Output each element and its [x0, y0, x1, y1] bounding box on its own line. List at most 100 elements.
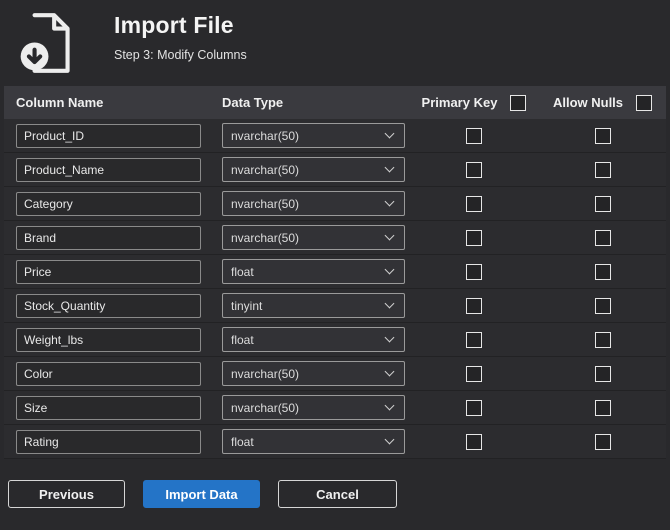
table-row: nvarchar(50): [4, 119, 666, 153]
column-name-input[interactable]: [16, 157, 201, 182]
primary-key-checkbox[interactable]: [466, 127, 482, 144]
primary-key-cell: [409, 365, 539, 382]
allow-nulls-cell: [539, 399, 666, 416]
data-type-cell: float: [211, 259, 409, 284]
data-type-value: nvarchar(50): [231, 366, 300, 381]
dialog-header: Import File Step 3: Modify Columns: [0, 0, 670, 86]
table-row: nvarchar(50): [4, 153, 666, 187]
table-row: nvarchar(50): [4, 357, 666, 391]
header-primary-key: Primary Key: [409, 94, 539, 111]
data-type-value: nvarchar(50): [231, 196, 300, 211]
primary-key-checkbox[interactable]: [466, 365, 482, 382]
column-name-input[interactable]: [16, 395, 201, 420]
import-data-button[interactable]: Import Data: [143, 480, 260, 508]
primary-key-cell: [409, 229, 539, 246]
import-file-icon: [16, 10, 82, 76]
allow-nulls-checkbox[interactable]: [594, 297, 611, 314]
allow-nulls-checkbox[interactable]: [594, 263, 611, 280]
data-type-select[interactable]: nvarchar(50): [222, 123, 405, 148]
header-data-type: Data Type: [222, 95, 284, 110]
column-name-cell: [4, 395, 211, 420]
primary-key-checkbox[interactable]: [466, 399, 482, 416]
data-type-value: float: [231, 332, 254, 347]
column-name-input[interactable]: [16, 259, 201, 284]
allow-nulls-cell: [539, 433, 666, 450]
table-row: float: [4, 255, 666, 289]
allow-nulls-checkbox[interactable]: [594, 331, 611, 348]
column-name-cell: [4, 327, 211, 352]
column-name-input[interactable]: [16, 225, 201, 250]
primary-key-cell: [409, 297, 539, 314]
allow-nulls-checkbox[interactable]: [594, 365, 611, 382]
primary-key-cell: [409, 263, 539, 280]
data-type-select[interactable]: float: [222, 259, 405, 284]
data-type-value: nvarchar(50): [231, 162, 300, 177]
table-row: float: [4, 425, 666, 459]
column-name-input[interactable]: [16, 361, 201, 386]
column-name-cell: [4, 191, 211, 216]
allow-nulls-cell: [539, 331, 666, 348]
allow-nulls-cell: [539, 127, 666, 144]
primary-key-checkbox[interactable]: [466, 331, 482, 348]
column-name-input[interactable]: [16, 191, 201, 216]
primary-key-cell: [409, 331, 539, 348]
chevron-down-icon: [384, 196, 395, 207]
allow-nulls-checkbox[interactable]: [594, 433, 611, 450]
allow-nulls-checkbox[interactable]: [594, 229, 611, 246]
step-subtitle: Step 3: Modify Columns: [114, 48, 247, 62]
data-type-cell: nvarchar(50): [211, 157, 409, 182]
column-name-cell: [4, 429, 211, 454]
primary-key-checkbox[interactable]: [466, 195, 482, 212]
title-block: Import File Step 3: Modify Columns: [114, 10, 247, 62]
data-type-select[interactable]: tinyint: [222, 293, 405, 318]
column-name-input[interactable]: [16, 429, 201, 454]
data-type-cell: float: [211, 327, 409, 352]
chevron-down-icon: [384, 162, 395, 173]
column-name-cell: [4, 259, 211, 284]
chevron-down-icon: [384, 230, 395, 241]
allow-nulls-select-all-checkbox[interactable]: [636, 94, 653, 111]
data-type-select[interactable]: float: [222, 429, 405, 454]
allow-nulls-checkbox[interactable]: [594, 161, 611, 178]
primary-key-cell: [409, 195, 539, 212]
data-type-select[interactable]: nvarchar(50): [222, 225, 405, 250]
data-type-select[interactable]: nvarchar(50): [222, 395, 405, 420]
data-type-select[interactable]: nvarchar(50): [222, 191, 405, 216]
page-title: Import File: [114, 12, 234, 38]
primary-key-checkbox[interactable]: [466, 433, 482, 450]
allow-nulls-checkbox[interactable]: [594, 127, 611, 144]
chevron-down-icon: [384, 264, 395, 275]
primary-key-checkbox[interactable]: [466, 229, 482, 246]
allow-nulls-cell: [539, 297, 666, 314]
data-type-select[interactable]: nvarchar(50): [222, 157, 405, 182]
data-type-select[interactable]: float: [222, 327, 405, 352]
data-type-select[interactable]: nvarchar(50): [222, 361, 405, 386]
primary-key-checkbox[interactable]: [466, 297, 482, 314]
allow-nulls-checkbox[interactable]: [594, 399, 611, 416]
allow-nulls-checkbox[interactable]: [594, 195, 611, 212]
table-row: tinyint: [4, 289, 666, 323]
footer-buttons: Previous Import Data Cancel: [0, 459, 670, 508]
table-row: float: [4, 323, 666, 357]
primary-key-cell: [409, 161, 539, 178]
primary-key-cell: [409, 127, 539, 144]
data-type-cell: nvarchar(50): [211, 123, 409, 148]
column-name-input[interactable]: [16, 293, 201, 318]
primary-key-select-all-checkbox[interactable]: [510, 94, 527, 111]
column-name-cell: [4, 225, 211, 250]
allow-nulls-cell: [539, 195, 666, 212]
primary-key-checkbox[interactable]: [466, 161, 482, 178]
primary-key-checkbox[interactable]: [466, 263, 482, 280]
data-type-cell: nvarchar(50): [211, 191, 409, 216]
data-type-cell: nvarchar(50): [211, 225, 409, 250]
data-type-cell: float: [211, 429, 409, 454]
cancel-button[interactable]: Cancel: [278, 480, 397, 508]
previous-button[interactable]: Previous: [8, 480, 125, 508]
header-allow-nulls-label: Allow Nulls: [552, 95, 624, 110]
column-name-input[interactable]: [16, 327, 201, 352]
allow-nulls-cell: [539, 161, 666, 178]
columns-table: Column Name Data Type Primary Key Allow …: [4, 86, 666, 459]
column-name-input[interactable]: [16, 123, 201, 148]
chevron-down-icon: [384, 366, 395, 377]
table-header-row: Column Name Data Type Primary Key Allow …: [4, 86, 666, 119]
